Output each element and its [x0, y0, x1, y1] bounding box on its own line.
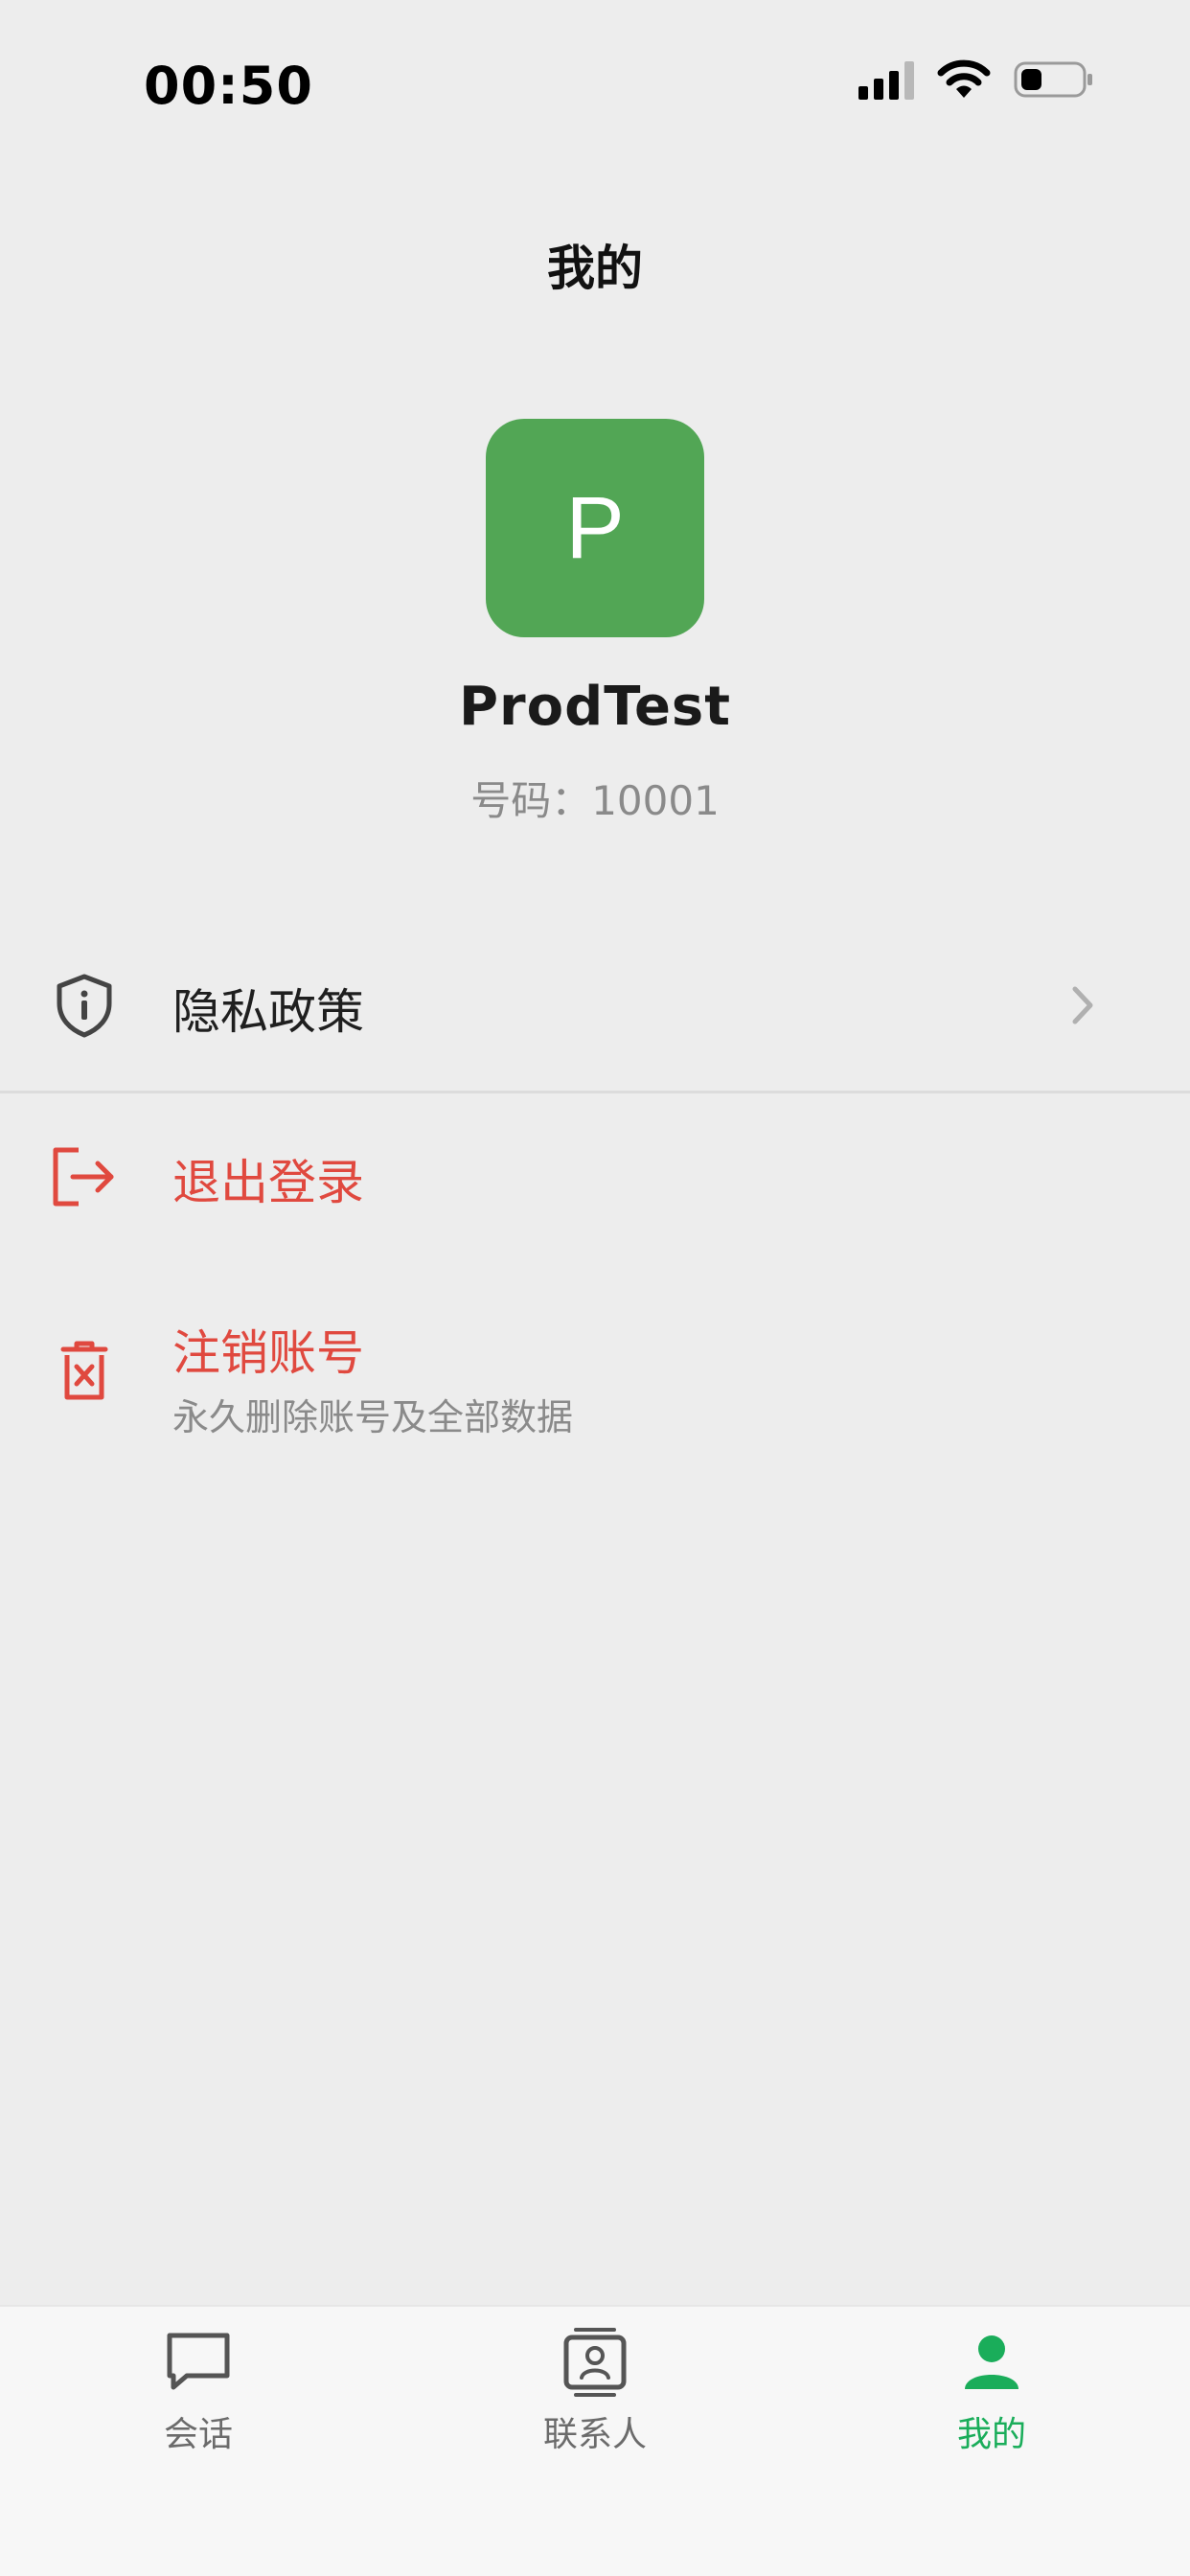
- logout-row[interactable]: 退出登录: [0, 1094, 1190, 1257]
- page-title: 我的: [547, 241, 643, 296]
- person-icon: [965, 2335, 1018, 2389]
- shield-info-icon: [57, 974, 112, 1038]
- tab-chats[interactable]: 会话: [103, 2326, 294, 2470]
- privacy-policy-label: 隐私政策: [172, 984, 364, 1040]
- tab-contacts[interactable]: 联系人: [499, 2326, 691, 2470]
- tab-contacts-label: 联系人: [542, 2415, 647, 2454]
- chevron-right-icon: [1072, 986, 1093, 1024]
- wifi-icon: [937, 59, 991, 98]
- delete-account-label: 注销账号: [172, 1325, 364, 1381]
- tab-bar: 会话 联系人 我的: [0, 2305, 1190, 2576]
- status-time: 00:50: [144, 56, 313, 116]
- battery-fill: [1021, 69, 1041, 90]
- battery-icon: [1014, 61, 1092, 98]
- logout-icon: [53, 1147, 114, 1207]
- contacts-icon: [563, 2328, 627, 2397]
- chat-bubble-icon: [167, 2333, 230, 2390]
- tab-me-label: 我的: [956, 2415, 1026, 2454]
- tab-me[interactable]: 我的: [896, 2326, 1087, 2470]
- status-icons: [858, 59, 1094, 100]
- delete-account-sublabel: 永久删除账号及全部数据: [172, 1396, 574, 1438]
- logout-label: 退出登录: [172, 1155, 364, 1210]
- status-bar: 00:50: [0, 0, 1190, 172]
- avatar[interactable]: P: [486, 419, 704, 637]
- signal-icon: [858, 59, 914, 100]
- trash-icon: [60, 1341, 108, 1400]
- delete-account-row[interactable]: 注销账号 永久删除账号及全部数据: [0, 1257, 1190, 1449]
- privacy-policy-row[interactable]: 隐私政策: [0, 920, 1190, 1091]
- profile-name: ProdTest: [458, 676, 732, 738]
- profile-screen: 00:50 我的 P ProdTest 号码：10001 隐私政策 退出登录 注…: [0, 0, 1190, 2576]
- divider: [0, 1091, 1190, 1093]
- tab-chats-label: 会话: [163, 2415, 233, 2454]
- profile-id: 号码：10001: [470, 777, 720, 824]
